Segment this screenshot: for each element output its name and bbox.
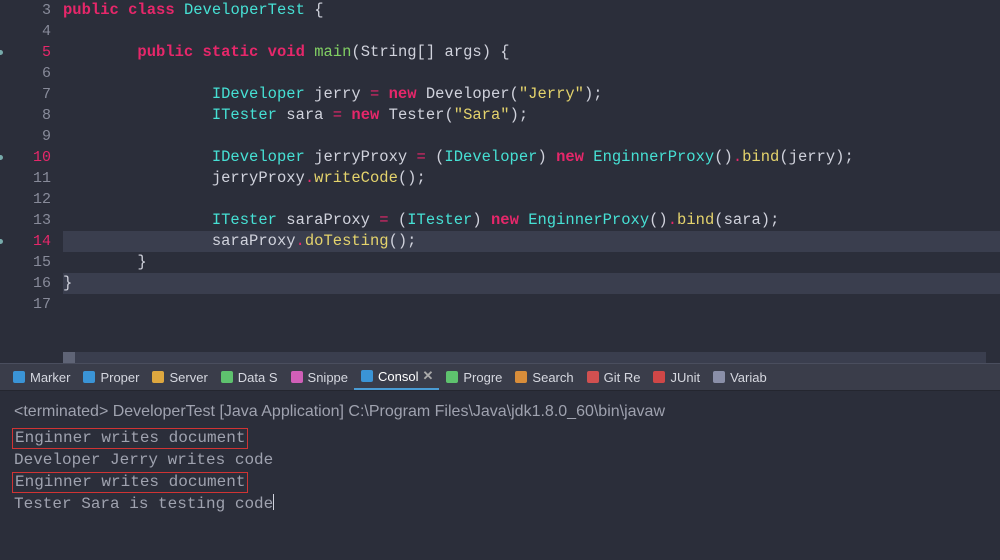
line-number: 7: [0, 84, 51, 105]
code-editor[interactable]: 34567891011121314151617 public class Dev…: [0, 0, 1000, 363]
tab-proper[interactable]: Proper: [76, 364, 145, 390]
tab-git-re[interactable]: Git Re: [580, 364, 647, 390]
line-number: 9: [0, 126, 51, 147]
code-line[interactable]: [63, 63, 1000, 84]
line-number: 8: [0, 105, 51, 126]
code-line[interactable]: [63, 126, 1000, 147]
code-line[interactable]: public class DeveloperTest {: [63, 0, 1000, 21]
close-icon[interactable]: ✕: [422, 368, 433, 384]
code-line[interactable]: [63, 294, 1000, 315]
tab-server[interactable]: Server: [145, 364, 213, 390]
tab-search[interactable]: Search: [508, 364, 579, 390]
line-number: 11: [0, 168, 51, 189]
code-line[interactable]: public static void main(String[] args) {: [63, 42, 1000, 63]
line-number: 4: [0, 21, 51, 42]
code-line[interactable]: IDeveloper jerryProxy = (IDeveloper) new…: [63, 147, 1000, 168]
line-number: 10: [0, 147, 51, 168]
tab-label: Search: [532, 370, 573, 385]
console-line: Developer Jerry writes code: [14, 449, 986, 471]
line-number-gutter: 34567891011121314151617: [0, 0, 63, 363]
code-line[interactable]: ITester sara = new Tester("Sara");: [63, 105, 1000, 126]
tab-label: Proper: [100, 370, 139, 385]
tab-progre[interactable]: Progre: [439, 364, 508, 390]
tab-snippe[interactable]: Snippe: [284, 364, 354, 390]
tab-icon: [445, 370, 459, 384]
line-number: 14: [0, 231, 51, 252]
tab-icon: [290, 370, 304, 384]
tab-icon: [82, 370, 96, 384]
console-line: Enginner writes document: [14, 471, 986, 493]
line-number: 17: [0, 294, 51, 315]
tab-label: Snippe: [308, 370, 348, 385]
horizontal-scrollbar-thumb[interactable]: [63, 352, 75, 363]
console-output: Enginner writes documentDeveloper Jerry …: [14, 427, 986, 515]
tab-label: Server: [169, 370, 207, 385]
console-terminated-header: <terminated> DeveloperTest [Java Applica…: [14, 401, 986, 423]
code-line[interactable]: saraProxy.doTesting();: [63, 231, 1000, 252]
tab-icon: [712, 370, 726, 384]
text-caret: [273, 494, 274, 510]
tab-label: Consol: [378, 369, 418, 384]
tab-data-s[interactable]: Data S: [214, 364, 284, 390]
line-number: 12: [0, 189, 51, 210]
tab-icon: [12, 370, 26, 384]
tab-label: Data S: [238, 370, 278, 385]
tab-icon: [514, 370, 528, 384]
tab-icon: [586, 370, 600, 384]
tab-label: Git Re: [604, 370, 641, 385]
console-line: Tester Sara is testing code: [14, 493, 986, 515]
tab-variab[interactable]: Variab: [706, 364, 773, 390]
tab-icon: [360, 369, 374, 383]
console-panel: <terminated> DeveloperTest [Java Applica…: [0, 391, 1000, 560]
tab-icon: [652, 370, 666, 384]
code-line[interactable]: ITester saraProxy = (ITester) new Enginn…: [63, 210, 1000, 231]
code-line[interactable]: [63, 189, 1000, 210]
line-number: 6: [0, 63, 51, 84]
horizontal-scrollbar[interactable]: [63, 352, 986, 363]
line-number: 3: [0, 0, 51, 21]
code-line[interactable]: jerryProxy.writeCode();: [63, 168, 1000, 189]
tab-icon: [220, 370, 234, 384]
console-line: Enginner writes document: [14, 427, 986, 449]
tab-marker[interactable]: Marker: [6, 364, 76, 390]
tab-consol[interactable]: Consol ✕: [354, 364, 439, 390]
code-line[interactable]: }: [63, 273, 1000, 294]
tab-label: Variab: [730, 370, 767, 385]
panel-tab-bar: Marker Proper Server Data S Snippe Consol ✕ Pro…: [0, 363, 1000, 391]
line-number: 13: [0, 210, 51, 231]
tab-label: Marker: [30, 370, 70, 385]
tab-label: JUnit: [670, 370, 700, 385]
tab-icon: [151, 370, 165, 384]
line-number: 16: [0, 273, 51, 294]
code-line[interactable]: IDeveloper jerry = new Developer("Jerry"…: [63, 84, 1000, 105]
tab-junit[interactable]: JUnit: [646, 364, 706, 390]
line-number: 15: [0, 252, 51, 273]
tab-label: Progre: [463, 370, 502, 385]
code-area[interactable]: public class DeveloperTest { public stat…: [63, 0, 1000, 363]
line-number: 5: [0, 42, 51, 63]
code-line[interactable]: }: [63, 252, 1000, 273]
code-line[interactable]: [63, 21, 1000, 42]
